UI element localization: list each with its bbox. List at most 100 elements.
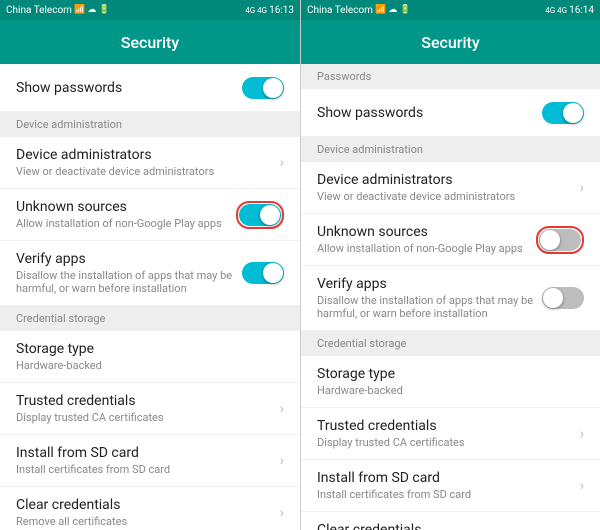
- right-trusted-creds-title: Trusted credentials: [317, 418, 580, 434]
- right-device-admins-text: Device administrators View or deactivate…: [317, 172, 580, 203]
- right-show-passwords-item[interactable]: Show passwords: [301, 89, 600, 137]
- right-install-sd-subtitle: Install certificates from SD card: [317, 488, 580, 501]
- left-install-sd-item[interactable]: Install from SD card Install certificate…: [0, 435, 300, 487]
- left-trusted-creds-text: Trusted credentials Display trusted CA c…: [16, 393, 280, 424]
- left-show-passwords-title: Show passwords: [16, 80, 242, 96]
- right-status-icons: 📶 ☁ 🔋: [375, 5, 411, 15]
- right-clear-creds-title: Clear credentials: [317, 522, 580, 530]
- right-title-bar: Security: [301, 20, 600, 64]
- left-show-passwords-text: Show passwords: [16, 80, 242, 96]
- left-clear-creds-subtitle: Remove all certificates: [16, 515, 280, 528]
- left-clear-creds-chevron: ›: [280, 505, 284, 521]
- left-unknown-sources-item[interactable]: Unknown sources Allow installation of no…: [0, 189, 300, 241]
- right-install-sd-chevron: ›: [580, 478, 584, 494]
- right-device-admins-item[interactable]: Device administrators View or deactivate…: [301, 162, 600, 214]
- right-unknown-sources-knob: [540, 230, 560, 250]
- right-verify-apps-subtitle: Disallow the installation of apps that m…: [317, 294, 542, 320]
- left-verify-apps-title: Verify apps: [16, 251, 242, 267]
- right-device-admins-chevron: ›: [580, 180, 584, 196]
- left-install-sd-subtitle: Install certificates from SD card: [16, 463, 280, 476]
- left-install-sd-title: Install from SD card: [16, 445, 280, 461]
- left-time: 16:13: [269, 5, 294, 16]
- right-clear-creds-text: Clear credentials Remove all certificate…: [317, 522, 580, 530]
- right-verify-apps-title: Verify apps: [317, 276, 542, 292]
- left-storage-type-title: Storage type: [16, 341, 284, 357]
- left-unknown-sources-knob: [260, 205, 280, 225]
- right-show-passwords-title: Show passwords: [317, 105, 542, 121]
- right-device-admin-header: Device administration: [301, 137, 600, 162]
- left-trusted-creds-item[interactable]: Trusted credentials Display trusted CA c…: [0, 383, 300, 435]
- left-show-passwords-toggle[interactable]: [242, 77, 284, 99]
- right-content: Passwords Show passwords Device administ…: [301, 64, 600, 530]
- left-title-bar: Security: [0, 20, 300, 64]
- right-install-sd-text: Install from SD card Install certificate…: [317, 470, 580, 501]
- left-status-right: 4G 4G 16:13: [245, 5, 294, 16]
- left-storage-type-text: Storage type Hardware-backed: [16, 341, 284, 372]
- right-storage-type-title: Storage type: [317, 366, 584, 382]
- left-show-passwords-knob: [263, 78, 283, 98]
- left-install-sd-chevron: ›: [280, 453, 284, 469]
- left-verify-apps-subtitle: Disallow the installation of apps that m…: [16, 269, 242, 295]
- right-storage-type-item: Storage type Hardware-backed: [301, 356, 600, 408]
- left-status-icons: 📶 ☁ 🔋: [74, 5, 110, 15]
- right-trusted-creds-chevron: ›: [580, 426, 584, 442]
- left-clear-creds-title: Clear credentials: [16, 497, 280, 513]
- right-verify-apps-text: Verify apps Disallow the installation of…: [317, 276, 542, 320]
- right-unknown-sources-subtitle: Allow installation of non-Google Play ap…: [317, 242, 536, 255]
- left-storage-type-item: Storage type Hardware-backed: [0, 331, 300, 383]
- left-show-passwords-item[interactable]: Show passwords: [0, 64, 300, 112]
- left-trusted-creds-title: Trusted credentials: [16, 393, 280, 409]
- left-device-admins-item[interactable]: Device administrators View or deactivate…: [0, 137, 300, 189]
- left-credential-header: Credential storage: [0, 306, 300, 331]
- right-time: 16:14: [569, 5, 594, 16]
- right-credential-header: Credential storage: [301, 331, 600, 356]
- right-signal-icons: 4G 4G: [545, 6, 567, 15]
- right-show-passwords-knob: [563, 103, 583, 123]
- left-install-sd-text: Install from SD card Install certificate…: [16, 445, 280, 476]
- left-title: Security: [121, 33, 179, 52]
- left-unknown-sources-highlight: [236, 201, 284, 229]
- right-title: Security: [421, 33, 479, 52]
- right-status-left: China Telecom 📶 ☁ 🔋: [307, 5, 411, 16]
- left-storage-type-subtitle: Hardware-backed: [16, 359, 284, 372]
- left-verify-apps-item[interactable]: Verify apps Disallow the installation of…: [0, 241, 300, 306]
- right-storage-type-subtitle: Hardware-backed: [317, 384, 584, 397]
- left-unknown-sources-title: Unknown sources: [16, 199, 236, 215]
- left-verify-apps-text: Verify apps Disallow the installation of…: [16, 251, 242, 295]
- right-status-bar: China Telecom 📶 ☁ 🔋 4G 4G 16:14: [301, 0, 600, 20]
- right-status-right: 4G 4G 16:14: [545, 5, 594, 16]
- right-verify-apps-toggle[interactable]: [542, 287, 584, 309]
- left-trusted-creds-subtitle: Display trusted CA certificates: [16, 411, 280, 424]
- right-install-sd-item[interactable]: Install from SD card Install certificate…: [301, 460, 600, 512]
- left-verify-apps-knob: [263, 263, 283, 283]
- right-verify-apps-knob: [543, 288, 563, 308]
- right-unknown-sources-text: Unknown sources Allow installation of no…: [317, 224, 536, 255]
- right-unknown-sources-item[interactable]: Unknown sources Allow installation of no…: [301, 214, 600, 266]
- left-content: Show passwords Device administration Dev…: [0, 64, 300, 530]
- right-trusted-creds-text: Trusted credentials Display trusted CA c…: [317, 418, 580, 449]
- left-trusted-creds-chevron: ›: [280, 401, 284, 417]
- left-unknown-sources-subtitle: Allow installation of non-Google Play ap…: [16, 217, 236, 230]
- right-trusted-creds-subtitle: Display trusted CA certificates: [317, 436, 580, 449]
- left-device-admins-text: Device administrators View or deactivate…: [16, 147, 280, 178]
- left-phone-panel: China Telecom 📶 ☁ 🔋 4G 4G 16:13 Security…: [0, 0, 300, 530]
- left-clear-creds-item[interactable]: Clear credentials Remove all certificate…: [0, 487, 300, 530]
- right-install-sd-title: Install from SD card: [317, 470, 580, 486]
- right-phone-panel: China Telecom 📶 ☁ 🔋 4G 4G 16:14 Security…: [300, 0, 600, 530]
- left-signal-icons: 4G 4G: [245, 6, 267, 15]
- left-unknown-sources-text: Unknown sources Allow installation of no…: [16, 199, 236, 230]
- right-unknown-sources-highlight: [536, 226, 584, 254]
- left-device-admin-header: Device administration: [0, 112, 300, 137]
- right-trusted-creds-item[interactable]: Trusted credentials Display trusted CA c…: [301, 408, 600, 460]
- right-unknown-sources-toggle[interactable]: [539, 229, 581, 251]
- right-show-passwords-toggle[interactable]: [542, 102, 584, 124]
- right-unknown-sources-title: Unknown sources: [317, 224, 536, 240]
- right-clear-creds-item[interactable]: Clear credentials Remove all certificate…: [301, 512, 600, 530]
- left-verify-apps-toggle[interactable]: [242, 262, 284, 284]
- left-device-admins-title: Device administrators: [16, 147, 280, 163]
- right-verify-apps-item[interactable]: Verify apps Disallow the installation of…: [301, 266, 600, 331]
- right-device-admins-subtitle: View or deactivate device administrators: [317, 190, 580, 203]
- left-status-bar: China Telecom 📶 ☁ 🔋 4G 4G 16:13: [0, 0, 300, 20]
- right-passwords-header: Passwords: [301, 64, 600, 89]
- left-unknown-sources-toggle[interactable]: [239, 204, 281, 226]
